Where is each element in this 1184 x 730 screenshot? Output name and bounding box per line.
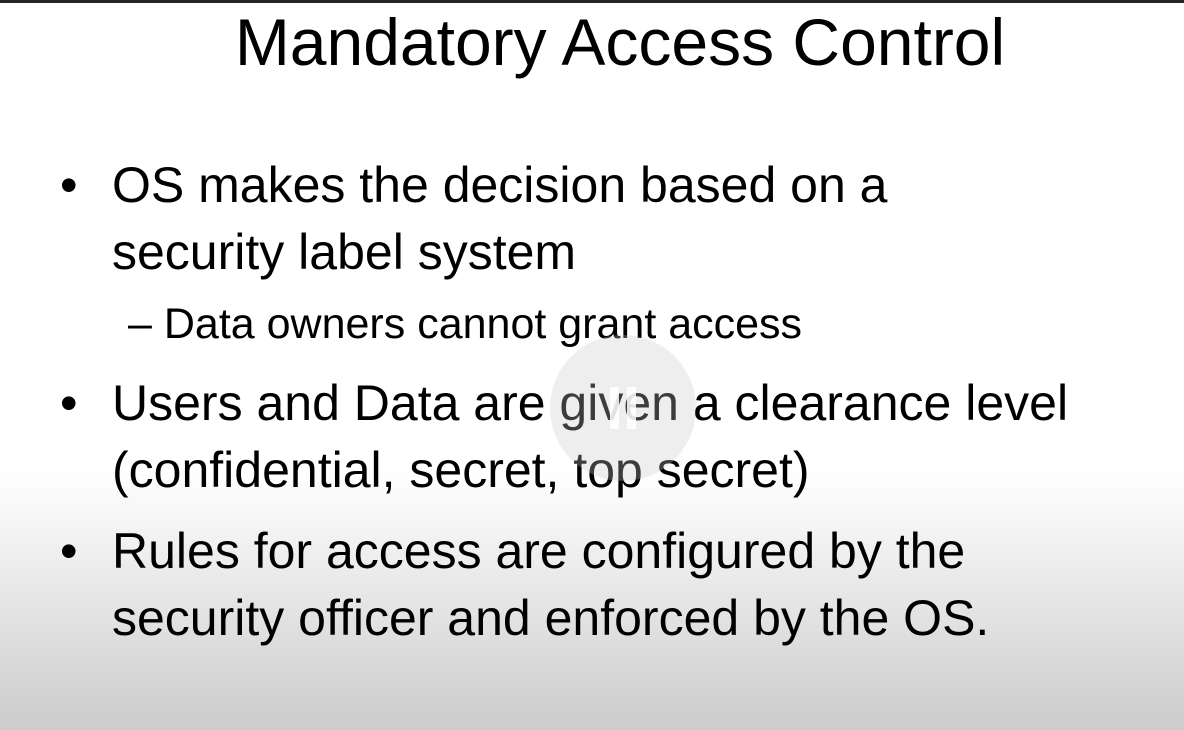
bullet-icon: • xyxy=(60,523,78,579)
bullet-icon: • xyxy=(60,157,78,213)
bullet-3: • Rules for access are configured by the… xyxy=(60,518,1140,652)
bullet-icon: • xyxy=(60,375,78,431)
bullet-text: Rules for access are configured by the s… xyxy=(112,523,990,646)
bullet-text: OS makes the decision based on a securit… xyxy=(112,157,888,280)
sub-bullet-1: – Data owners cannot grant access xyxy=(128,300,803,348)
pause-button[interactable] xyxy=(550,335,696,481)
slide-title: Mandatory Access Control xyxy=(234,5,1006,79)
player-top-bar xyxy=(0,0,1184,3)
bullet-1: • OS makes the decision based on a secur… xyxy=(60,152,1020,286)
